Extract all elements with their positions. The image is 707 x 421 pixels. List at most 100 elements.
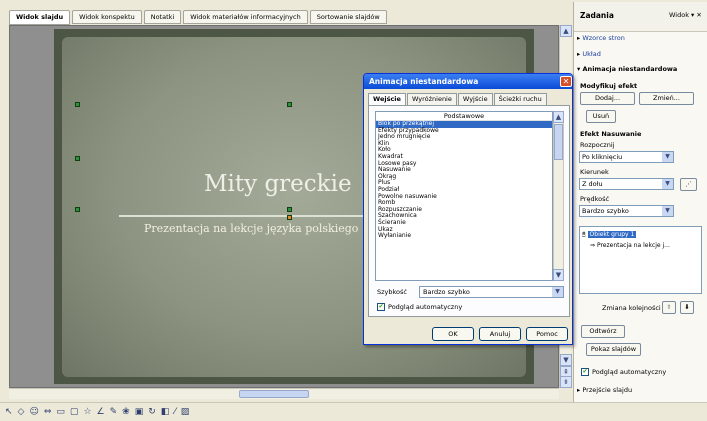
speed-label: Szybkość [377,288,407,296]
smiley-icon[interactable]: ☺ [28,407,39,417]
slideshow-button[interactable]: Pokaz slajdów [586,343,641,356]
modify-effect-header: Modyfikuj efekt [580,82,638,90]
link-label: Układ [582,50,601,58]
task-pane-title: Zadania [580,11,614,20]
scroll-down-icon[interactable]: ▼ [553,269,564,281]
select-objects-icon[interactable]: ↖ [4,407,14,417]
link-slide-transition[interactable]: ▸ Przejście slajdu [577,386,705,394]
list-item[interactable]: ⇒ Prezentacja na lekcje j... [590,241,700,250]
move-up-icon[interactable]: ⬆ [662,301,676,314]
chevron-down-icon: ▼ [662,206,673,216]
speed-value: Bardzo szybko [582,207,629,215]
link-page-templates[interactable]: ▸ Wzorce stron [577,34,705,42]
autopreview-checkbox[interactable]: ✔ [377,303,385,311]
effect-list-item[interactable]: Plus [376,180,552,187]
picture-icon[interactable]: ▣ [134,407,145,417]
scroll-up-icon[interactable]: ▲ [553,111,564,123]
effect-list-item[interactable]: Ścieranie [376,219,552,227]
scroll-down-icon[interactable]: ▼ [560,354,572,366]
direction-dropdown[interactable]: Z dołu ▼ [579,178,674,190]
effect-list-item[interactable]: Klin [376,140,552,148]
tab-slide-sorter[interactable]: Sortowanie slajdów [309,10,387,24]
effect-list-item[interactable]: Wyłanianie [376,232,552,240]
effect-list-item[interactable]: Jedno mrugnięcie [376,134,552,141]
pen-icon[interactable]: ✎ [109,407,119,417]
speed-dropdown[interactable]: Bardzo szybko ▼ [579,205,674,217]
start-dropdown[interactable]: Po kliknięciu ▼ [579,151,674,163]
arrow-shape-icon[interactable]: ⇔ [43,407,53,417]
tab-slide-view[interactable]: Widok slajdu [9,10,71,25]
tab-exit[interactable]: Wyjście [457,93,493,105]
play-button[interactable]: Odtwórz [581,325,625,338]
star-icon[interactable]: ☆ [82,407,92,417]
view-tabs: Widok slajdu Widok konspektu Notatki Wid… [9,10,387,25]
dialog-panel: Podstawowe Blok po przekątnej Efekty przy… [368,105,570,317]
list-item-label: Prezentacja na lekcje j... [596,242,670,249]
effect-list-scrollbar[interactable]: ▲ ▼ [553,111,564,281]
direction-options-icon[interactable]: ⋰ [680,178,697,191]
chevron-down-icon: ▼ [552,287,563,297]
effect-header: Efekt Nasuwanie [580,130,642,138]
list-item-label: Obiekt grupy 1 [587,231,637,238]
tab-emphasis[interactable]: Wyróżnienie [406,93,457,105]
selection-handle[interactable] [75,207,80,212]
change-effect-button[interactable]: Zmień... [639,92,694,105]
selection-handle[interactable] [75,156,80,161]
effect-list-item[interactable]: Nasuwanie [376,167,552,174]
link-layout[interactable]: ▸ Układ [577,50,705,58]
line-color-icon[interactable]: ⁄ [173,407,177,417]
remove-effect-button[interactable]: Usuń [586,110,616,123]
tab-motion-paths[interactable]: Ścieżki ruchu [493,93,547,105]
tab-outline-view[interactable]: Widok konspektu [72,10,142,24]
start-label: Rozpocznij [580,141,615,149]
task-pane-header: Zadania Widok ▾ ✕ [574,2,707,32]
chevron-down-icon: ▼ [662,152,673,162]
autopreview-checkbox[interactable]: ✔ [581,368,589,376]
tab-handouts-view[interactable]: Widok materiałów informacyjnych [183,10,308,24]
chevron-down-icon: ▼ [662,179,673,189]
drawing-toolbar: ↖ ◇ ☺ ⇔ ▭ ▢ ☆ ∠ ✎ ❀ ▣ ↻ ◧ ⁄ ▨ [0,402,707,421]
fill-color-icon[interactable]: ◧ [160,407,171,417]
custom-animation-dialog: Animacja niestandardowa ✕ Wejście Wyróżn… [363,73,573,345]
tab-notes[interactable]: Notatki [143,10,182,24]
scroll-thumb[interactable] [554,124,563,160]
selection-handle[interactable] [287,102,292,107]
selection-handle[interactable] [75,102,80,107]
rectangle-icon[interactable]: ▭ [55,407,66,417]
effect-icon: ⇒ [590,242,596,249]
speed-label: Prędkość [580,195,610,203]
start-value: Po kliknięciu [582,153,623,161]
cancel-button[interactable]: Anuluj [479,327,521,341]
add-effect-button[interactable]: Dodaj... [580,92,635,105]
clipart-icon[interactable]: ❀ [121,407,131,417]
autoshapes-icon[interactable]: ◇ [17,407,26,417]
effect-list-item[interactable]: Okrąg [376,173,552,181]
selection-handle[interactable] [287,207,292,212]
horizontal-scrollbar[interactable] [9,388,559,399]
shadow-icon[interactable]: ▨ [180,407,191,417]
link-label: Wzorce stron [582,34,625,42]
speed-value: Bardzo szybko [423,288,470,296]
autopreview-label: Podgląd automatyczny [388,303,463,311]
direction-value: Z dołu [582,180,603,188]
speed-dropdown[interactable]: Bardzo szybko ▼ [419,286,564,298]
effect-list[interactable]: Podstawowe Blok po przekątnej Efekty przy… [375,111,553,281]
task-pane: Zadania Widok ▾ ✕ ▸ Wzorce stron ▸ Układ… [573,2,707,402]
task-pane-view-menu[interactable]: Widok ▾ ✕ [669,11,702,19]
rotate-icon[interactable]: ↻ [147,407,157,417]
close-icon[interactable]: ✕ [560,76,572,87]
effect-list-item[interactable]: Powolne nasuwanie [376,193,552,201]
ok-button[interactable]: OK [432,327,474,341]
section-custom-animation[interactable]: ▾ Animacja niestandardowa [577,65,705,73]
move-down-icon[interactable]: ⬇ [680,301,694,314]
callout-icon[interactable]: ▢ [69,407,80,417]
animation-list[interactable]: 🖰 Obiekt grupy 1 ⇒ Prezentacja na lekcje… [579,226,702,294]
line-icon[interactable]: ∠ [96,407,106,417]
autopreview-label: Podgląd automatyczny [592,368,667,376]
next-slide-icon[interactable]: ⇟ [560,376,572,388]
help-button[interactable]: Pomoc [526,327,568,341]
rotation-handle[interactable] [287,215,292,220]
scroll-up-icon[interactable]: ▲ [560,25,572,37]
scroll-thumb[interactable] [239,390,309,398]
list-item[interactable]: 🖰 Obiekt grupy 1 [582,230,700,239]
